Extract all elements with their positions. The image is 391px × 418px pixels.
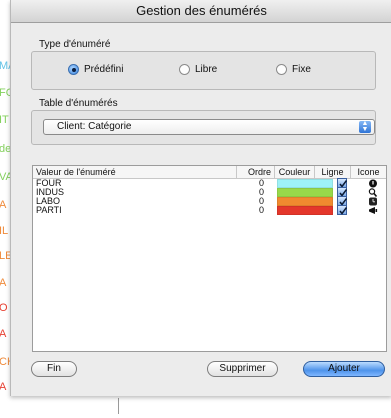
column-header-color[interactable]: Couleur xyxy=(275,166,315,178)
magnifier-icon[interactable] xyxy=(367,188,379,197)
radio-button[interactable] xyxy=(276,64,287,75)
megaphone-icon[interactable] xyxy=(367,206,379,215)
table-group-label: Table d'énumérés xyxy=(39,98,118,109)
column-header-value[interactable]: Valeur de l'énuméré xyxy=(33,166,237,178)
radio-label: Fixe xyxy=(292,64,311,75)
background-label: A xyxy=(0,381,7,393)
clock-icon[interactable] xyxy=(367,197,379,206)
table-header: Valeur de l'énuméré Ordre Couleur Ligne … xyxy=(33,166,386,179)
screen: MA FO IT de VA A IL LE A O A CH A Gestio… xyxy=(0,0,391,418)
column-header-line[interactable]: Ligne xyxy=(315,166,351,178)
table-row[interactable]: FOUR 0 xyxy=(33,178,386,188)
supprimer-button[interactable]: Supprimer xyxy=(207,361,278,377)
color-swatch[interactable] xyxy=(277,188,333,197)
circle-info-icon[interactable] xyxy=(367,179,379,188)
background-label: IL xyxy=(0,225,9,237)
enum-values-table[interactable]: Valeur de l'énuméré Ordre Couleur Ligne … xyxy=(32,165,387,352)
color-swatch[interactable] xyxy=(277,179,333,188)
background-label: A xyxy=(0,199,7,211)
row-order: 0 xyxy=(259,205,265,215)
title-bar[interactable]: Gestion des énumérés xyxy=(11,0,391,23)
background-label: A xyxy=(0,277,7,289)
table-row[interactable]: PARTI 0 xyxy=(33,205,386,215)
background-divider xyxy=(118,398,119,414)
window-title: Gestion des énumérés xyxy=(136,3,267,18)
background-label: A xyxy=(0,328,7,340)
row-value: PARTI xyxy=(36,205,62,215)
color-swatch[interactable] xyxy=(277,206,333,215)
popup-arrows-icon[interactable]: ▲ ▼ xyxy=(359,120,371,133)
radio-button[interactable] xyxy=(179,64,190,75)
table-row[interactable]: INDUS 0 xyxy=(33,187,386,197)
column-header-order[interactable]: Ordre xyxy=(237,166,275,178)
background-window-labels: MA FO IT de VA A IL LE A O A CH A xyxy=(0,0,16,418)
radio-predefini[interactable]: Prédéfini xyxy=(68,64,123,75)
column-header-icon[interactable]: Icone xyxy=(351,166,386,178)
radio-fixe[interactable]: Fixe xyxy=(276,64,311,75)
radio-libre[interactable]: Libre xyxy=(179,64,217,75)
fin-button[interactable]: Fin xyxy=(31,361,77,377)
radio-button-selected[interactable] xyxy=(68,64,79,75)
radio-label: Prédéfini xyxy=(84,64,124,75)
table-row[interactable]: LABO 0 xyxy=(33,196,386,206)
color-swatch[interactable] xyxy=(277,197,333,206)
background-label: IT xyxy=(0,114,9,126)
background-label: O xyxy=(0,302,8,314)
type-group-label: Type d'énuméré xyxy=(39,39,111,50)
sheet-content: Type d'énuméré Prédéfini Libre Fixe Tabl… xyxy=(11,23,391,396)
type-group-box: Prédéfini Libre Fixe xyxy=(31,51,376,90)
enum-table-select[interactable]: Client: Catégorie ▲ ▼ xyxy=(43,119,375,135)
ajouter-button[interactable]: Ajouter xyxy=(303,361,385,377)
radio-label: Libre xyxy=(195,64,218,75)
enum-table-selected-value: Client: Catégorie xyxy=(57,121,132,132)
enum-manager-sheet: Gestion des énumérés Type d'énuméré Préd… xyxy=(10,0,391,396)
line-checkbox[interactable] xyxy=(337,205,348,215)
